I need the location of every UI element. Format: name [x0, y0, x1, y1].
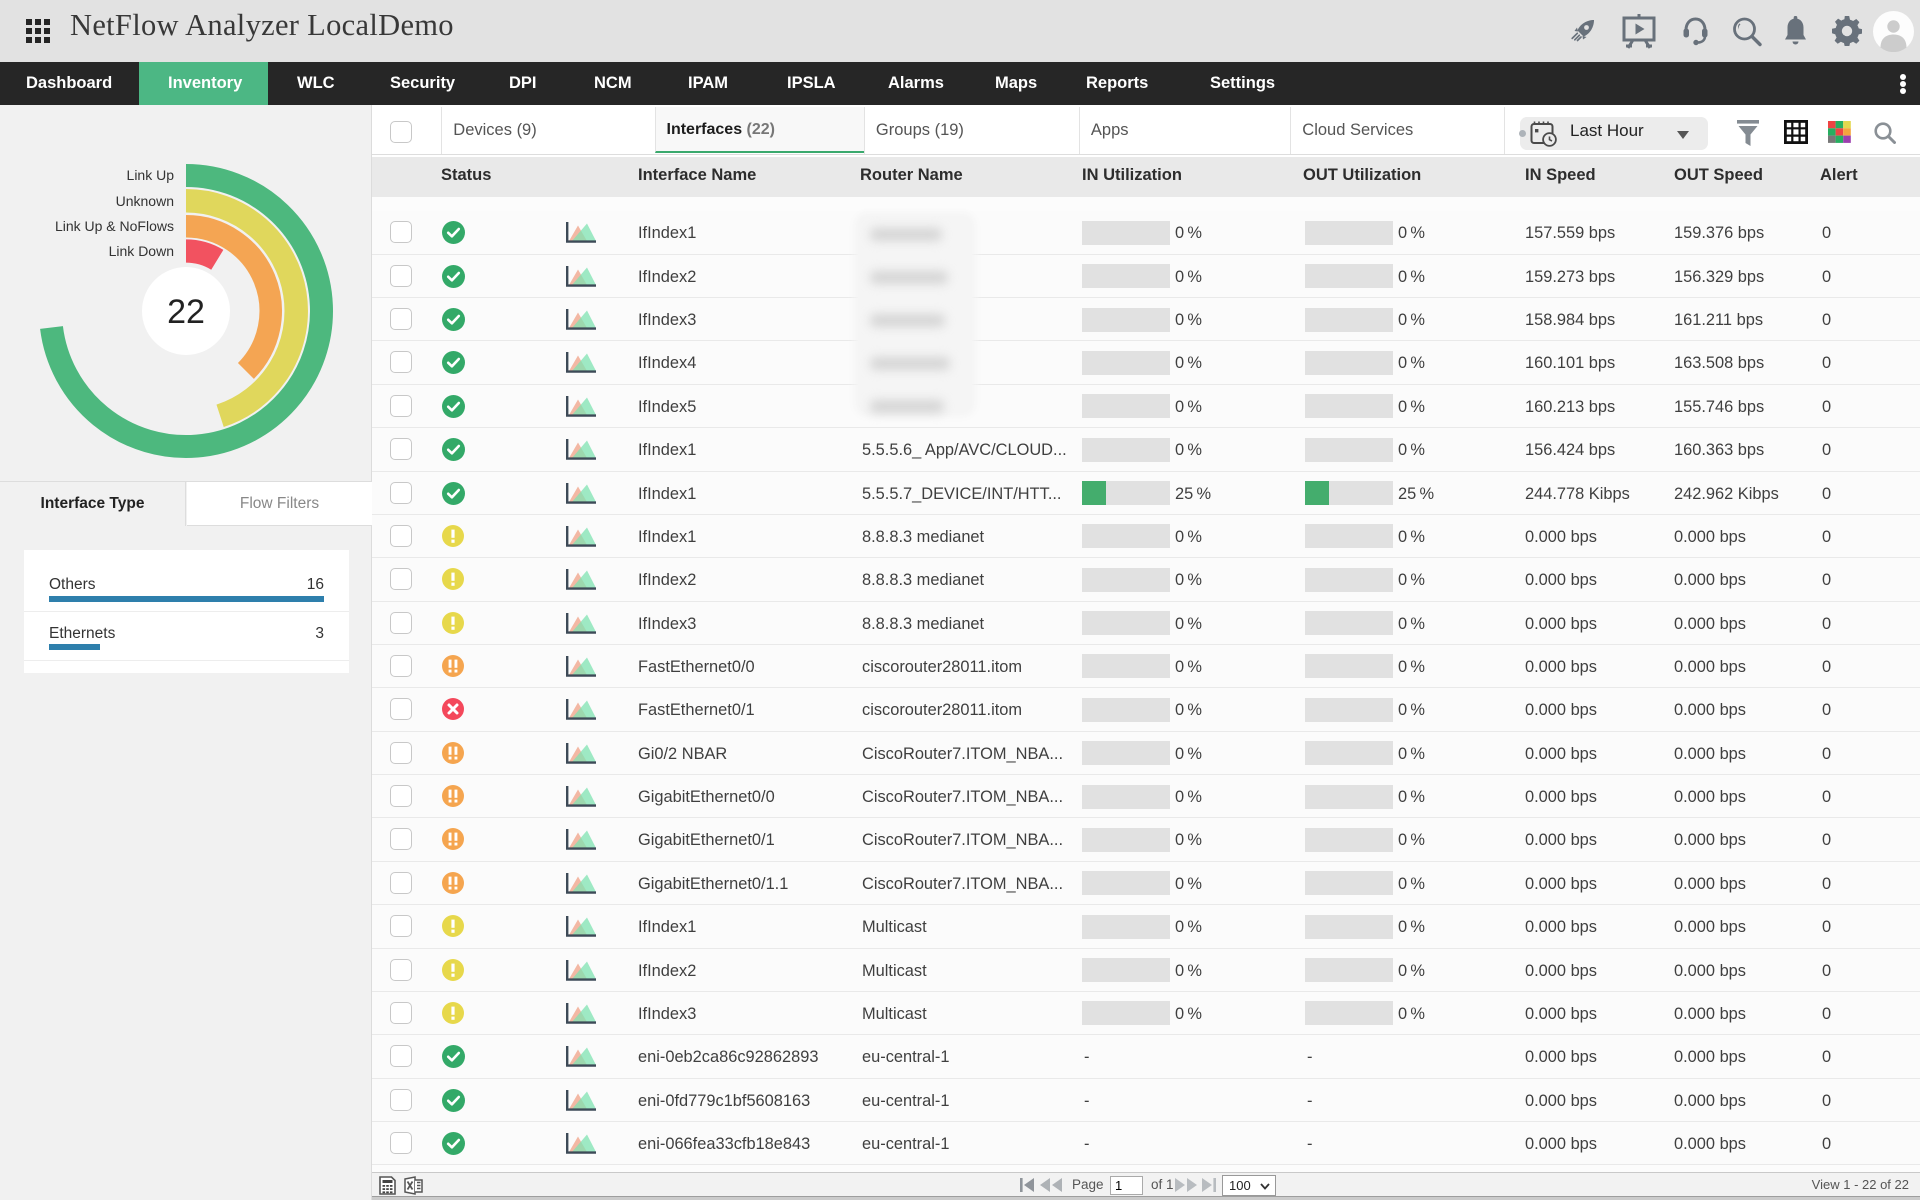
svg-text:22: 22 [167, 293, 205, 331]
